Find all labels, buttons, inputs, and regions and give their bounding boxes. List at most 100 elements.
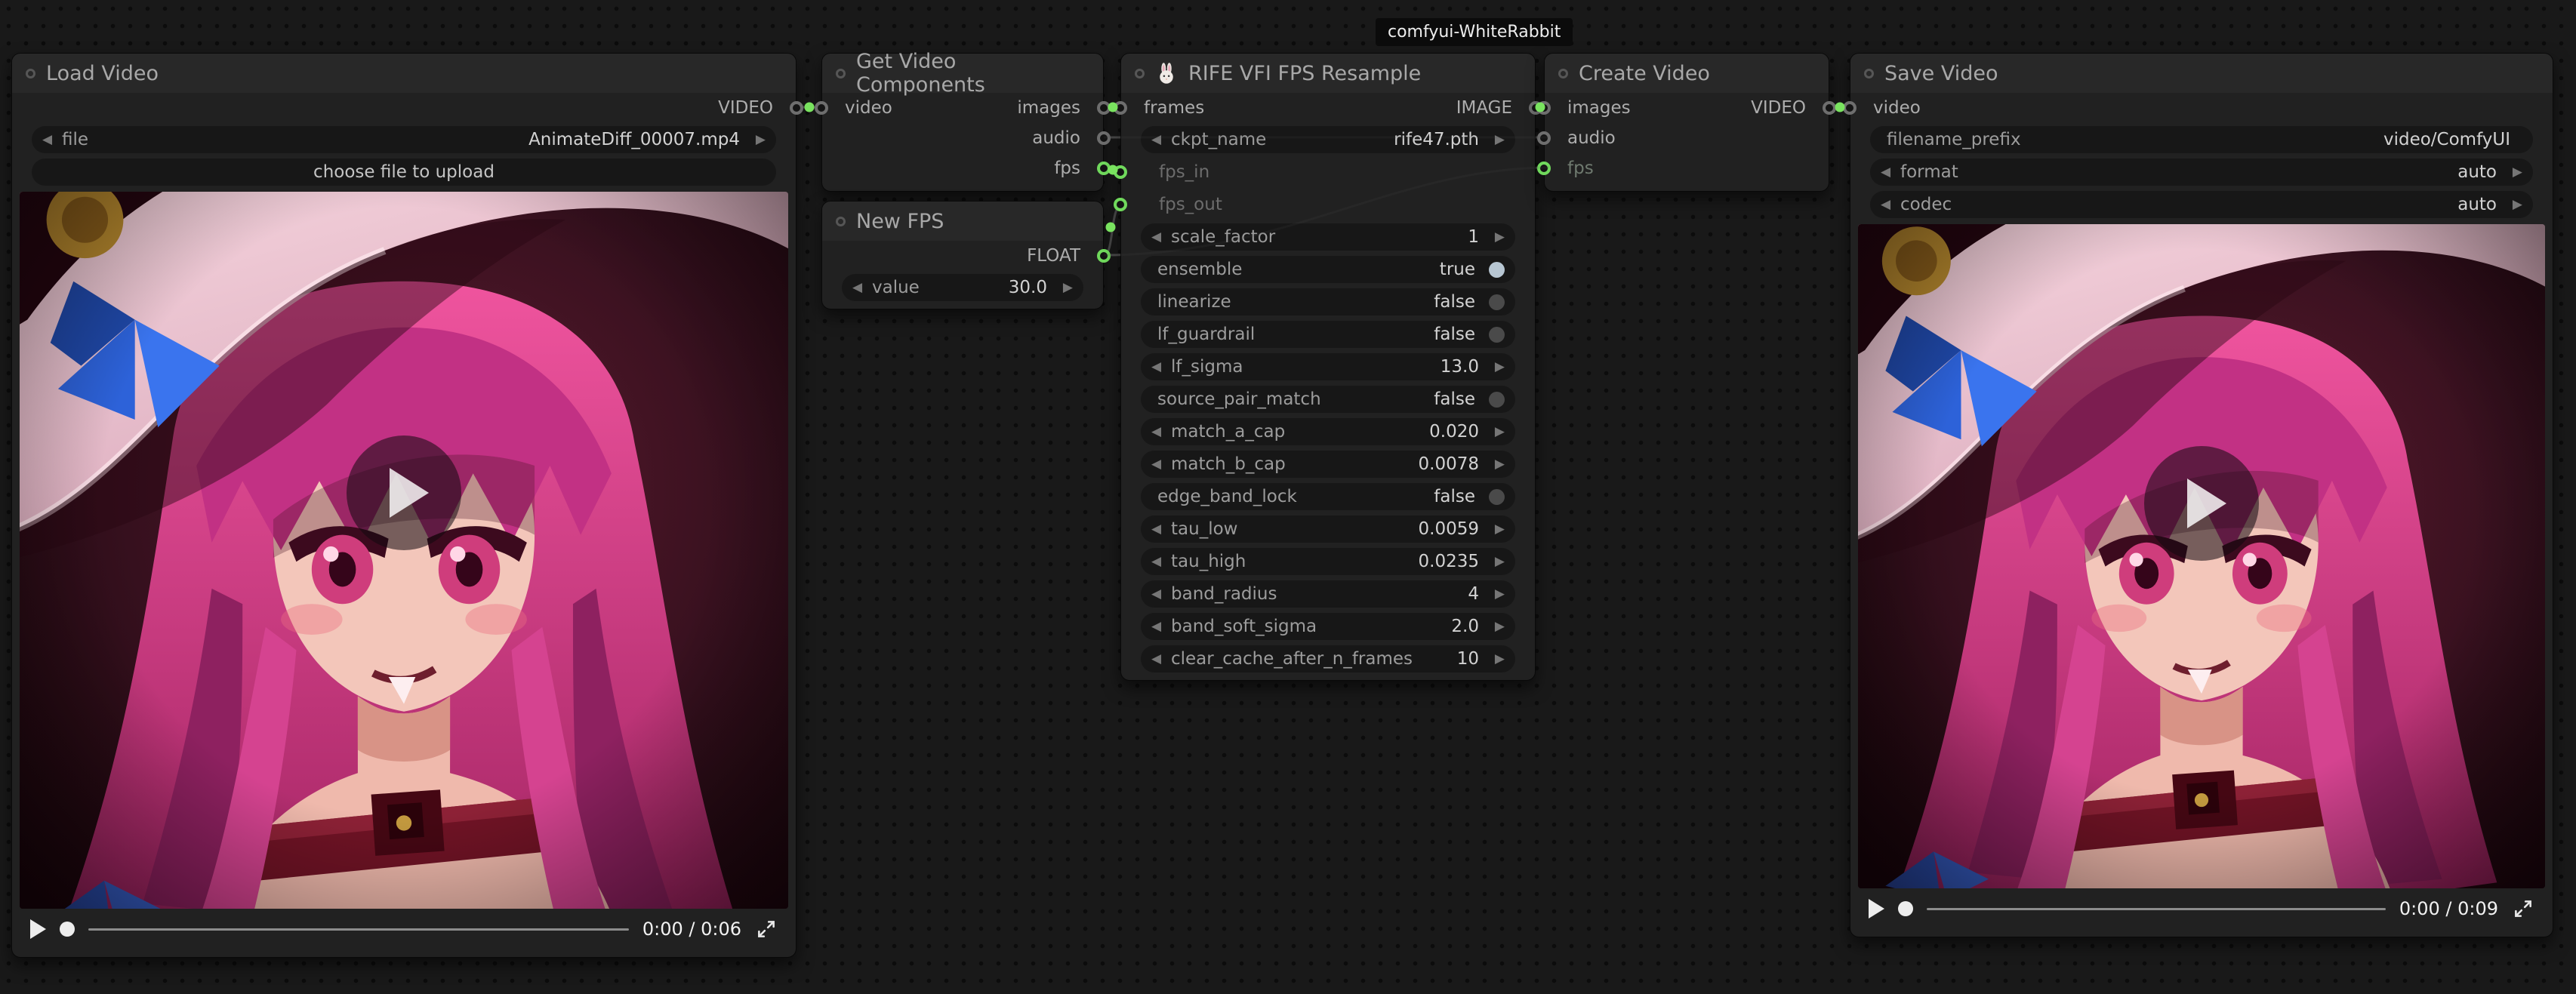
- increment-arrow-icon[interactable]: ▶: [1485, 523, 1505, 536]
- increment-arrow-icon[interactable]: ▶: [1485, 361, 1505, 374]
- widget-file[interactable]: ◀ file AnimateDiff_00007.mp4 ▶: [32, 126, 776, 153]
- widget-tau_low[interactable]: ◀tau_low0.0059▶: [1141, 515, 1515, 543]
- widget-value[interactable]: ◀ value 30.0 ▶: [842, 274, 1083, 301]
- output-socket-images[interactable]: [1097, 101, 1111, 115]
- input-socket-fps_in[interactable]: [1114, 165, 1127, 179]
- widget-band_radius[interactable]: ◀band_radius4▶: [1141, 580, 1515, 608]
- prev-arrow-icon[interactable]: ◀: [42, 134, 62, 146]
- input-socket-video[interactable]: [815, 101, 828, 115]
- node-titlebar[interactable]: Save Video: [1850, 54, 2553, 93]
- input-socket-fps_out[interactable]: [1114, 198, 1127, 211]
- decrement-arrow-icon[interactable]: ◀: [1151, 620, 1171, 633]
- decrement-arrow-icon[interactable]: ◀: [1151, 653, 1171, 666]
- output-socket-fps[interactable]: [1097, 162, 1111, 175]
- decrement-arrow-icon[interactable]: ◀: [1151, 588, 1171, 601]
- toggle-knob[interactable]: [1489, 489, 1505, 505]
- node-titlebar[interactable]: Get Video Components: [822, 54, 1103, 93]
- increment-arrow-icon[interactable]: ▶: [1485, 134, 1505, 146]
- widget-scale_factor[interactable]: ◀scale_factor1▶: [1141, 223, 1515, 251]
- node-titlebar[interactable]: Create Video: [1545, 54, 1829, 93]
- input-socket-images[interactable]: [1537, 101, 1551, 115]
- increment-arrow-icon[interactable]: ▶: [1485, 555, 1505, 568]
- seek-bar[interactable]: [1927, 908, 2386, 910]
- widget-tau_high[interactable]: ◀tau_high0.0235▶: [1141, 548, 1515, 575]
- increment-arrow-icon[interactable]: ▶: [2503, 198, 2522, 211]
- toggle-knob[interactable]: [1489, 392, 1505, 408]
- node-load-video[interactable]: Load Video VIDEO ◀ file AnimateDiff_0000…: [11, 53, 797, 958]
- widget-match_b_cap[interactable]: ◀match_b_cap0.0078▶: [1141, 451, 1515, 478]
- input-socket-frames[interactable]: [1114, 101, 1127, 115]
- output-socket-float[interactable]: [1097, 249, 1111, 263]
- video-preview[interactable]: [20, 192, 788, 909]
- decrement-arrow-icon[interactable]: ◀: [1881, 198, 1900, 211]
- widget-clear_cache_after_n_frames[interactable]: ◀clear_cache_after_n_frames10▶: [1141, 645, 1515, 672]
- toggle-knob[interactable]: [1489, 327, 1505, 343]
- widget-format[interactable]: ◀formatauto▶: [1870, 158, 2533, 186]
- widget-filename_prefix[interactable]: filename_prefixvideo/ComfyUI: [1870, 126, 2533, 153]
- increment-arrow-icon[interactable]: ▶: [1485, 426, 1505, 439]
- increment-arrow-icon[interactable]: ▶: [1485, 620, 1505, 633]
- widget-source_pair_match[interactable]: source_pair_matchfalse: [1141, 386, 1515, 413]
- increment-arrow-icon[interactable]: ▶: [1485, 231, 1505, 244]
- next-arrow-icon[interactable]: ▶: [746, 134, 766, 146]
- collapse-toggle-icon[interactable]: [1558, 69, 1568, 78]
- play-button[interactable]: [1869, 899, 1884, 919]
- increment-arrow-icon[interactable]: ▶: [1485, 588, 1505, 601]
- collapse-toggle-icon[interactable]: [836, 69, 846, 78]
- upload-button[interactable]: choose file to upload: [32, 158, 776, 186]
- widget-ckpt_name[interactable]: ◀ckpt_namerife47.pth▶: [1141, 126, 1515, 153]
- decrement-arrow-icon[interactable]: ◀: [1151, 361, 1171, 374]
- collapse-toggle-icon[interactable]: [836, 217, 846, 226]
- seek-knob[interactable]: [60, 922, 75, 937]
- decrement-arrow-icon[interactable]: ◀: [1151, 523, 1171, 536]
- seek-knob[interactable]: [1898, 901, 1913, 916]
- node-titlebar[interactable]: RIFE VFI FPS Resample: [1121, 54, 1535, 93]
- input-fps_out[interactable]: fps_out: [1121, 191, 1535, 218]
- collapse-toggle-icon[interactable]: [1135, 69, 1145, 78]
- node-new-fps[interactable]: New FPS FLOAT ◀ value 30.0 ▶: [821, 201, 1104, 309]
- widget-lf_sigma[interactable]: ◀lf_sigma13.0▶: [1141, 353, 1515, 380]
- widget-band_soft_sigma[interactable]: ◀band_soft_sigma2.0▶: [1141, 613, 1515, 640]
- increment-arrow-icon[interactable]: ▶: [1485, 458, 1505, 471]
- input-fps_in[interactable]: fps_in: [1121, 158, 1535, 186]
- widget-lf_guardrail[interactable]: lf_guardrailfalse: [1141, 321, 1515, 348]
- widget-edge_band_lock[interactable]: edge_band_lockfalse: [1141, 483, 1515, 510]
- node-save-video[interactable]: Save Video video filename_prefixvideo/Co…: [1850, 53, 2553, 937]
- play-overlay-button[interactable]: [2144, 446, 2259, 561]
- node-get-video-components[interactable]: Get Video Components video images audio …: [821, 53, 1104, 192]
- widget-codec[interactable]: ◀codecauto▶: [1870, 191, 2533, 218]
- widget-match_a_cap[interactable]: ◀match_a_cap0.020▶: [1141, 418, 1515, 445]
- increment-arrow-icon[interactable]: ▶: [2503, 166, 2522, 179]
- seek-bar[interactable]: [88, 928, 629, 931]
- video-preview[interactable]: [1858, 224, 2545, 888]
- input-socket-audio[interactable]: [1537, 131, 1551, 145]
- node-titlebar[interactable]: Load Video: [12, 54, 796, 93]
- increment-arrow-icon[interactable]: ▶: [1053, 282, 1073, 294]
- collapse-toggle-icon[interactable]: [1864, 69, 1874, 78]
- output-socket-video[interactable]: [1823, 101, 1836, 115]
- collapse-toggle-icon[interactable]: [26, 69, 35, 78]
- widget-ensemble[interactable]: ensembletrue: [1141, 256, 1515, 283]
- fullscreen-icon[interactable]: [2512, 897, 2534, 920]
- fullscreen-icon[interactable]: [755, 918, 778, 940]
- toggle-knob[interactable]: [1489, 262, 1505, 278]
- increment-arrow-icon[interactable]: ▶: [1485, 653, 1505, 666]
- decrement-arrow-icon[interactable]: ◀: [1151, 134, 1171, 146]
- node-create-video[interactable]: Create Video images VIDEO audio fps: [1544, 53, 1829, 192]
- widget-linearize[interactable]: linearizefalse: [1141, 288, 1515, 315]
- decrement-arrow-icon[interactable]: ◀: [1151, 555, 1171, 568]
- toggle-knob[interactable]: [1489, 294, 1505, 310]
- decrement-arrow-icon[interactable]: ◀: [1151, 426, 1171, 439]
- decrement-arrow-icon[interactable]: ◀: [852, 282, 872, 294]
- comfyui-canvas[interactable]: { "badge": "comfyui-WhiteRabbit", "icons…: [0, 0, 2576, 994]
- node-rife-vfi-fps-resample[interactable]: RIFE VFI FPS Resample frames IMAGE ◀ckpt…: [1120, 53, 1536, 681]
- decrement-arrow-icon[interactable]: ◀: [1151, 231, 1171, 244]
- decrement-arrow-icon[interactable]: ◀: [1881, 166, 1900, 179]
- input-socket-fps[interactable]: [1537, 162, 1551, 175]
- group-title-badge[interactable]: comfyui-WhiteRabbit: [1376, 18, 1573, 46]
- input-socket-video[interactable]: [1843, 101, 1857, 115]
- play-overlay-button[interactable]: [347, 435, 461, 550]
- output-socket-video[interactable]: [790, 101, 803, 115]
- play-button[interactable]: [30, 919, 46, 939]
- decrement-arrow-icon[interactable]: ◀: [1151, 458, 1171, 471]
